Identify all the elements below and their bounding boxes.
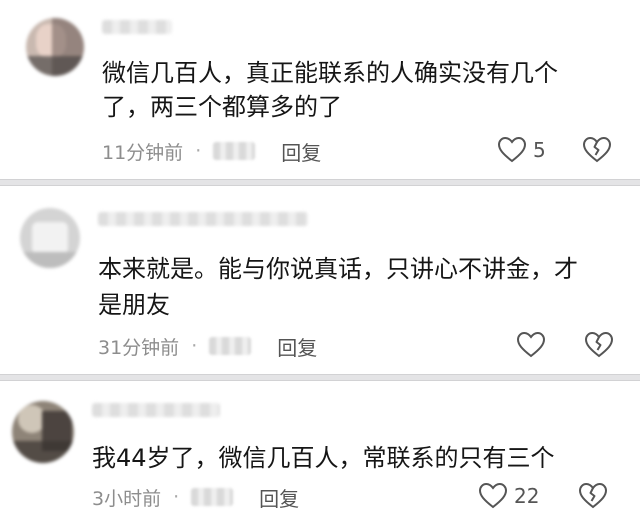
like-button[interactable]: 5 [497, 136, 546, 163]
comment-text-line: 了，两三个都算多的了 [102, 93, 342, 121]
username-blurred[interactable] [92, 403, 220, 417]
heart-outline-icon [478, 482, 508, 509]
comment-divider [0, 179, 640, 186]
like-button[interactable] [516, 331, 552, 358]
like-count: 22 [514, 483, 540, 508]
dislike-button[interactable] [582, 136, 612, 167]
location-blurred [213, 142, 256, 160]
meta-separator: · [191, 335, 198, 357]
heart-outline-icon [516, 331, 546, 358]
comment-item: 本来就是。能与你说真话，只讲心不讲金，才 是朋友 31分钟前 · 回复 [0, 186, 640, 374]
username-blurred[interactable] [98, 212, 308, 226]
dislike-button[interactable] [578, 482, 608, 513]
reply-button[interactable]: 回复 [277, 332, 317, 361]
comment-item: 我44岁了，微信几百人，常联系的只有三个 3小时前 · 回复 22 [0, 381, 640, 523]
comment-item: 微信几百人，真正能联系的人确实没有几个 了，两三个都算多的了 11分钟前 · 回… [0, 0, 640, 179]
heart-outline-icon [497, 136, 527, 163]
comment-meta: 11分钟前 · 回复 [102, 136, 321, 166]
user-avatar[interactable] [12, 401, 74, 463]
like-count: 5 [533, 137, 546, 162]
reply-button[interactable]: 回复 [281, 137, 321, 166]
comment-meta: 3小时前 · 回复 [92, 482, 299, 512]
reply-button[interactable]: 回复 [259, 483, 299, 512]
username-blurred[interactable] [102, 20, 172, 34]
like-button[interactable]: 22 [478, 482, 539, 509]
broken-heart-icon [582, 136, 612, 163]
comment-text-line: 我44岁了，微信几百人，常联系的只有三个 [92, 444, 555, 472]
comment-divider [0, 374, 640, 381]
meta-separator: · [173, 486, 180, 508]
dislike-button[interactable] [584, 331, 614, 362]
meta-separator: · [195, 140, 202, 162]
comment-text-line: 是朋友 [98, 291, 170, 319]
user-avatar[interactable] [20, 208, 80, 268]
location-blurred [209, 337, 252, 355]
comment-text-line: 微信几百人，真正能联系的人确实没有几个 [102, 59, 558, 87]
comment-text-line: 本来就是。能与你说真话，只讲心不讲金，才 [98, 255, 578, 283]
comment-feed: 微信几百人，真正能联系的人确实没有几个 了，两三个都算多的了 11分钟前 · 回… [0, 0, 640, 523]
comment-meta: 31分钟前 · 回复 [98, 331, 317, 361]
comment-time: 3小时前 [92, 487, 162, 510]
broken-heart-icon [584, 331, 614, 358]
comment-time: 31分钟前 [98, 336, 180, 359]
location-blurred [191, 488, 234, 506]
broken-heart-icon [578, 482, 608, 509]
user-avatar[interactable] [26, 18, 84, 76]
comment-time: 11分钟前 [102, 141, 184, 164]
